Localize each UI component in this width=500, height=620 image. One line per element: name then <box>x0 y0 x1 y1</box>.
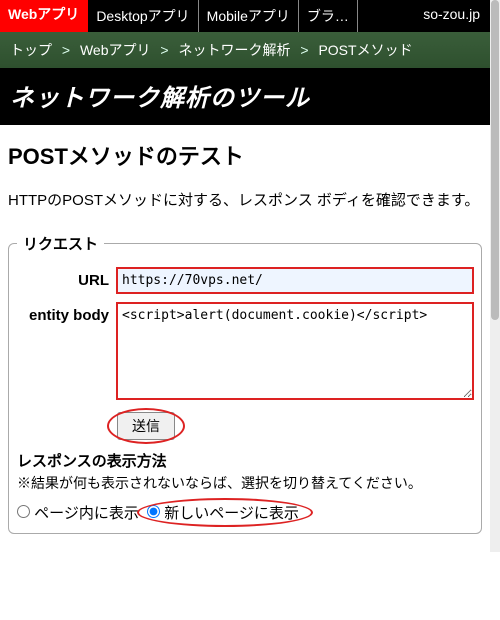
scrollbar-thumb[interactable] <box>491 0 499 320</box>
radio-newpage[interactable] <box>147 505 160 518</box>
nav-tab-browser[interactable]: ブラ… <box>299 0 358 32</box>
radio-inline-label[interactable]: ページ内に表示 <box>17 505 143 522</box>
page-banner: ネットワーク解析のツール <box>0 68 490 125</box>
response-note: ※結果が何も表示されないならば、選択を切り替えてください。 <box>17 473 473 494</box>
radio-inline[interactable] <box>17 505 30 518</box>
nav-tab-desktop[interactable]: Desktopアプリ <box>88 0 198 32</box>
response-display-heading: レスポンスの表示方法 <box>17 450 473 471</box>
breadcrumb-item[interactable]: ネットワーク解析 <box>178 42 290 58</box>
url-input[interactable] <box>117 268 473 293</box>
nav-tab-webapp[interactable]: Webアプリ <box>0 0 88 32</box>
radio-inline-text: ページ内に表示 <box>34 505 139 522</box>
breadcrumb-item[interactable]: トップ <box>10 42 52 58</box>
banner-title: ネットワーク解析のツール <box>10 78 480 113</box>
page-heading: POSTメソッドのテスト <box>8 139 482 171</box>
request-fieldset: リクエスト URL entity body <script>alert(docu… <box>8 233 482 534</box>
url-label: URL <box>17 268 117 289</box>
top-nav: Webアプリ Desktopアプリ Mobileアプリ ブラ… so-zou.j… <box>0 0 490 32</box>
breadcrumb-sep: > <box>56 42 76 58</box>
request-legend: リクエスト <box>17 233 104 254</box>
radio-newpage-label[interactable]: 新しいページに表示 <box>147 505 299 522</box>
breadcrumb: トップ > Webアプリ > ネットワーク解析 > POSTメソッド <box>0 32 490 68</box>
radio-newpage-text: 新しいページに表示 <box>164 505 299 522</box>
nav-tab-mobile[interactable]: Mobileアプリ <box>199 0 299 32</box>
vertical-scrollbar[interactable] <box>490 0 500 552</box>
site-brand[interactable]: so-zou.jp <box>413 0 490 32</box>
response-display-radios: ページ内に表示 新しいページに表示 <box>17 502 473 523</box>
breadcrumb-sep: > <box>154 42 174 58</box>
submit-button[interactable]: 送信 <box>117 412 175 440</box>
breadcrumb-item[interactable]: POSTメソッド <box>318 42 412 58</box>
entity-body-textarea[interactable]: <script>alert(document.cookie)</script> <box>117 303 473 399</box>
breadcrumb-sep: > <box>294 42 314 58</box>
page-lead: HTTPのPOSTメソッドに対する、レスポンス ボディを確認できます。 <box>8 189 482 213</box>
breadcrumb-item[interactable]: Webアプリ <box>80 42 151 58</box>
entity-body-label: entity body <box>17 303 117 324</box>
